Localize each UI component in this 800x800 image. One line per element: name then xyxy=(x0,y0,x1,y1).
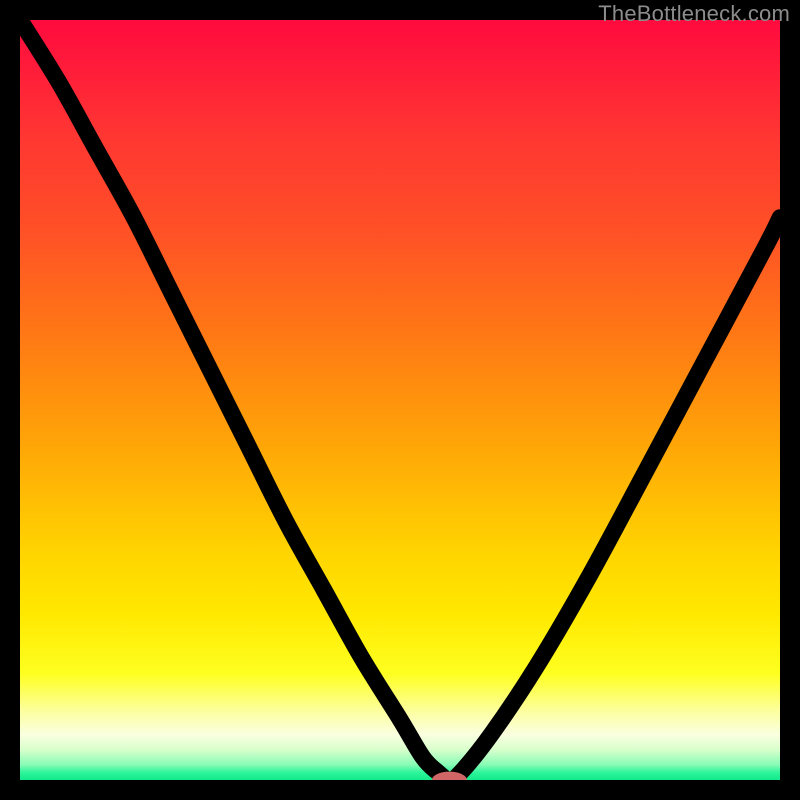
watermark-text: TheBottleneck.com xyxy=(598,1,790,27)
plot-area xyxy=(20,20,780,780)
chart-frame: TheBottleneck.com xyxy=(0,0,800,800)
bottleneck-curve xyxy=(20,20,780,780)
bottleneck-curve-svg xyxy=(20,20,780,780)
